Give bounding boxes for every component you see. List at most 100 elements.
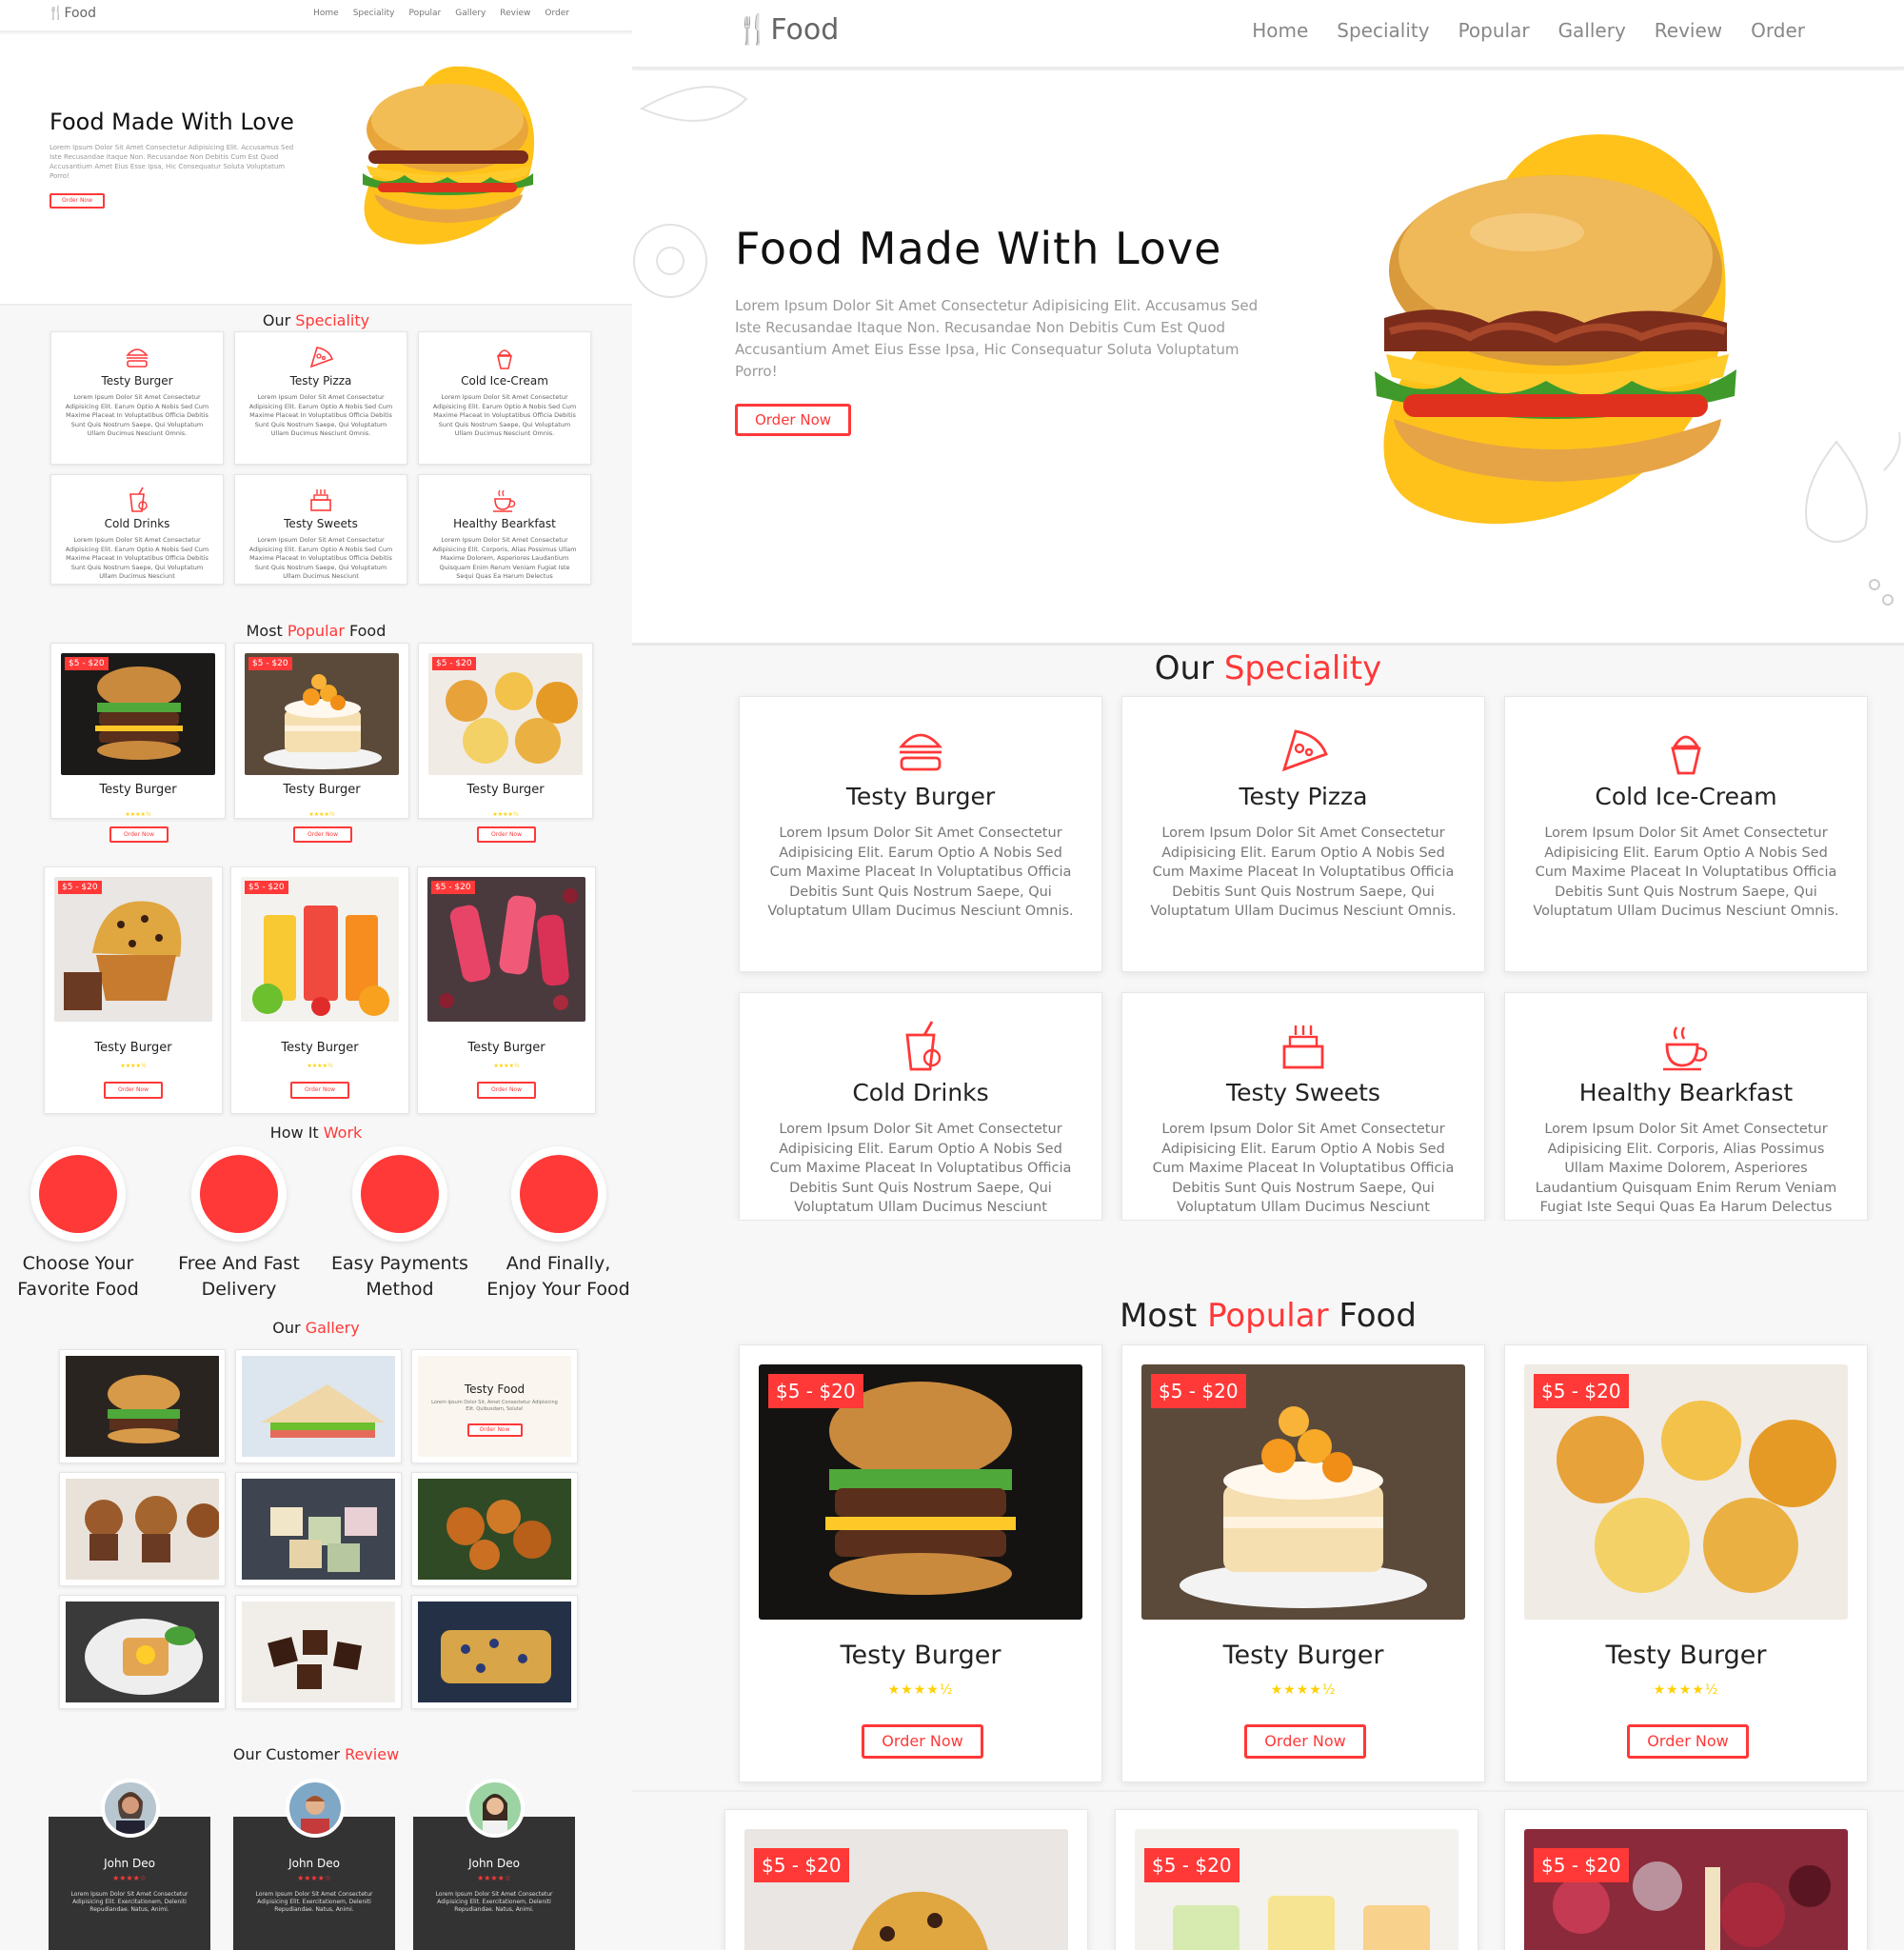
price-badge: $5 - $20 [432,657,476,670]
card-title: Healthy Bearkfast [453,517,556,530]
juice-photo [241,877,399,1022]
coffee-cup-icon [491,487,518,513]
work-step: Choose Your Favorite Food [2,1146,154,1303]
work-step: And Finally, Enjoy Your Food [485,1146,632,1303]
nav-order[interactable]: Order [545,9,569,18]
order-button[interactable]: Order Now [1244,1724,1366,1759]
title-accent: Popular [1207,1297,1329,1335]
gallery-item-hover[interactable]: Testy Food Lorem Ipsum Dolor Sit, Amet C… [411,1349,578,1463]
popular-card: $5 - $20 Testy Burger ★★★★½ Order Now [1121,1344,1485,1782]
pizza-icon [307,344,334,370]
popular-card: $5 - $20 Testy Burger ★★★★½ Order Now [1504,1344,1868,1782]
step-label: Free And Fast [178,1253,300,1274]
title-part: Our Customer [232,1745,340,1763]
drink-icon [894,1020,947,1073]
card-title: Testy Pizza [289,374,352,388]
speciality-card: Healthy Bearkfast Lorem Ipsum Dolor Sit … [418,474,591,585]
rating-stars: ★★★★☆ [477,1874,511,1882]
nav-popular[interactable]: Popular [1458,19,1530,42]
title-accent: Work [323,1124,363,1142]
price-badge: $5 - $20 [754,1848,849,1882]
step-label: Favorite Food [17,1279,139,1300]
fried-chicken-photo [418,1479,571,1580]
gallery-item[interactable] [411,1472,578,1586]
hero-order-button[interactable]: Order Now [735,404,851,436]
overlay-text: Lorem Ipsum Dolor Sit, Amet Consectetur … [431,1400,558,1412]
gallery-item[interactable] [59,1595,226,1709]
nav-home[interactable]: Home [1252,19,1308,42]
card-text: Lorem Ipsum Dolor Sit Amet Consectetur A… [65,536,209,580]
order-button[interactable]: Order Now [109,826,169,843]
title-part: Our [262,311,291,329]
nav-speciality[interactable]: Speciality [1337,19,1429,42]
card-title: Testy Pizza [1239,783,1368,810]
header: 🍴Food Home Speciality Popular Gallery Re… [632,0,1904,69]
ice-cream-icon [491,344,518,370]
snacks-photo [428,653,583,775]
burger-icon [894,724,947,777]
gallery-item[interactable] [235,1349,402,1463]
reviewer-name: John Deo [288,1857,340,1870]
header: 🍴Food Home Speciality Popular Gallery Re… [0,0,632,32]
card-text: Lorem Ipsum Dolor Sit Amet Consectetur A… [1152,1122,1455,1215]
rating-stars: ★★★★½ [307,1063,333,1069]
speciality-card: Testy Burger Lorem Ipsum Dolor Sit Amet … [739,696,1102,972]
speciality-card: Cold Drinks Lorem Ipsum Dolor Sit Amet C… [50,474,224,585]
hero-section: Food Made With Love Lorem Ipsum Dolor Si… [632,70,1904,646]
food-title: Testy Burger [94,1041,172,1055]
breakfast-photo [66,1602,219,1702]
logo[interactable]: 🍴Food [735,13,839,47]
gallery-title: Our Gallery [0,1319,632,1337]
card-text: Lorem Ipsum Dolor Sit Amet Consectetur A… [1535,1122,1837,1215]
coffee-cup-icon [1659,1020,1713,1073]
title-accent: Speciality [295,311,370,329]
nav-review[interactable]: Review [1655,19,1722,42]
price-badge: $5 - $20 [1151,1374,1246,1408]
hero-order-button[interactable]: Order Now [50,193,105,209]
nav-popular[interactable]: Popular [408,9,441,18]
popular-card: $5 - $20 [1115,1809,1478,1950]
popsicle-photo [427,877,585,1022]
overlay-order-button[interactable]: Order Now [466,1423,523,1437]
popular-card: $5 - $20 Testy Burger ★★★★½ [50,643,226,819]
work-step: Free And Fast Delivery [163,1146,315,1303]
order-button[interactable]: Order Now [477,1082,536,1099]
order-button[interactable]: Order Now [1627,1724,1749,1759]
nav-order[interactable]: Order [1751,19,1805,42]
order-button[interactable]: Order Now [477,826,536,843]
gallery-item[interactable] [59,1472,226,1586]
order-button[interactable]: Order Now [862,1724,983,1759]
order-button[interactable]: Order Now [290,1082,349,1099]
speciality-card: Testy Pizza Lorem Ipsum Dolor Sit Amet C… [1121,696,1485,972]
price-badge: $5 - $20 [1534,1374,1629,1408]
nav-gallery[interactable]: Gallery [1558,19,1626,42]
price-badge: $5 - $20 [65,657,109,670]
muffin-photo [54,877,212,1022]
cupcakes-photo [66,1479,219,1580]
step-label: And Finally, [506,1253,611,1274]
gallery-item[interactable] [59,1349,226,1463]
gallery-item[interactable] [235,1595,402,1709]
drink-icon [124,487,150,513]
hero-burger-image [328,63,566,263]
card-title: Testy Burger [845,783,996,810]
rating-stars: ★★★★½ [1270,1682,1337,1698]
card-text: Lorem Ipsum Dolor Sit Amet Consectetur A… [248,393,393,437]
review-text: Lorem Ipsum Dolor Sit Amet Consectetur A… [435,1891,553,1913]
order-button[interactable]: Order Now [104,1082,163,1099]
card-text: Lorem Ipsum Dolor Sit Amet Consectetur A… [248,536,393,580]
logo[interactable]: 🍴Food [48,6,96,21]
rating-stars: ★★★★☆ [297,1874,331,1882]
step-label: Easy Payments [331,1253,468,1274]
nav-gallery[interactable]: Gallery [455,9,486,18]
gallery-item[interactable] [235,1472,402,1586]
avatar [466,1779,525,1838]
order-button[interactable]: Order Now [293,826,352,843]
nav-speciality[interactable]: Speciality [353,9,395,18]
section-fade [632,1221,1904,1254]
nav-review[interactable]: Review [500,9,530,18]
gallery-item[interactable] [411,1595,578,1709]
speciality-card: Testy Pizza Lorem Ipsum Dolor Sit Amet C… [234,331,407,465]
nav-home[interactable]: Home [313,9,339,18]
avatar [101,1779,160,1838]
